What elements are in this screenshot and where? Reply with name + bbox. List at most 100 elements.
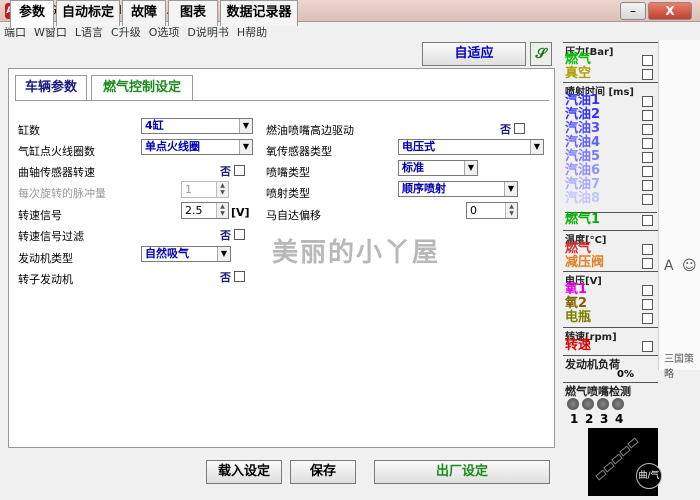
nozzle-type-label: 喷嘴类型 <box>266 166 310 179</box>
close-button[interactable]: X <box>648 2 692 20</box>
chevron-down-icon: ▼ <box>217 247 230 261</box>
injection-petrol6-item[interactable]: 汽油6 <box>565 164 657 178</box>
checkbox-icon <box>642 166 653 177</box>
chevron-down-icon: ▼ <box>239 119 252 133</box>
chevron-down-icon: ▼ <box>530 140 543 154</box>
spinner-arrows-icon: ▲ ▼ <box>216 203 228 218</box>
subtab-divider <box>15 100 549 101</box>
load-settings-button[interactable]: 载入设定 <box>206 460 282 484</box>
nozzle-number-1: 1 <box>570 412 579 426</box>
rotor-engine-checkbox[interactable]: 否 <box>220 269 245 285</box>
injection-petrol2-item[interactable]: 汽油2 <box>565 108 657 122</box>
rpm-signal-label: 转速信号 <box>18 209 62 222</box>
font-a-icon[interactable]: A <box>664 258 674 274</box>
gas-petrol-switch-icon[interactable]: 曲/气 <box>636 463 662 489</box>
rotor-engine-label: 转子发动机 <box>18 273 73 286</box>
overlay-text: 三国策略 <box>664 354 694 380</box>
pressure-vacuum-item[interactable]: 真空 <box>565 67 657 81</box>
nozzle-number-3: 3 <box>600 412 609 426</box>
ignition-coil-label: 气缸点火线圈数 <box>18 145 95 158</box>
engine-load-label: 发动机负荷 <box>563 355 658 372</box>
motor-offset-spinner[interactable]: 0 ▲ ▼ <box>466 202 518 219</box>
injection-petrol8-item[interactable]: 汽油8 <box>565 192 657 206</box>
o2-sensor-type-select[interactable]: 电压式 ▼ <box>398 139 544 155</box>
injection-petrol3-item[interactable]: 汽油3 <box>565 122 657 136</box>
nozzle-1-icon[interactable] <box>567 398 579 410</box>
pulses-per-rev-label: 每次旋转的脉冲量 <box>18 187 106 200</box>
tab-vehicle-parameters[interactable]: 车辆参数 <box>15 75 87 101</box>
nozzle-3-icon[interactable] <box>597 398 609 410</box>
injection-type-select[interactable]: 顺序喷射 ▼ <box>398 181 518 197</box>
tab-auto-calibration[interactable]: 自动标定 <box>56 0 120 26</box>
checkbox-icon <box>642 110 653 121</box>
rpm-filter-label: 转速信号过滤 <box>18 230 84 243</box>
checkbox-icon <box>642 69 653 80</box>
pressure-gas-item[interactable]: 燃气 <box>565 53 657 67</box>
injector-high-drive-checkbox[interactable]: 否 <box>500 121 525 137</box>
checkbox-icon <box>642 152 653 163</box>
pulses-per-rev-spinner[interactable]: 1 ▲ ▼ <box>181 181 229 198</box>
nozzle-number-4: 4 <box>615 412 624 426</box>
chevron-down-icon: ▼ <box>239 140 252 154</box>
cylinders-label: 缸数 <box>18 124 40 137</box>
factory-settings-button[interactable]: 出厂设定 <box>374 460 550 484</box>
checkbox-icon <box>514 123 525 134</box>
save-button[interactable]: 保存 <box>290 460 356 484</box>
pin-button[interactable]: 𝒮 <box>530 42 552 66</box>
engine-type-label: 发动机类型 <box>18 252 73 265</box>
checkbox-icon <box>642 55 653 66</box>
o2-sensor-type-label: 氧传感器类型 <box>266 145 332 158</box>
checkbox-icon <box>642 180 653 191</box>
rpm-item[interactable]: 转速 <box>565 339 657 353</box>
tab-parameters[interactable]: 参数 <box>10 0 54 28</box>
smile-icon[interactable]: ☺ <box>682 258 697 274</box>
injector-high-drive-label: 燃油喷嘴高边驱动 <box>266 124 354 137</box>
cylinders-select[interactable]: 4缸 ▼ <box>141 118 253 134</box>
nozzle-number-2: 2 <box>585 412 594 426</box>
injection-petrol1-item[interactable]: 汽油1 <box>565 94 657 108</box>
engine-type-select[interactable]: 自然吸气 ▼ <box>141 246 231 262</box>
nozzle-2-icon[interactable] <box>582 398 594 410</box>
checkbox-icon <box>234 271 245 282</box>
nozzle-type-select[interactable]: 标准 ▼ <box>398 160 478 176</box>
tab-faults[interactable]: 故障 <box>122 0 166 26</box>
spinner-arrows-icon: ▲ ▼ <box>505 203 517 218</box>
injection-type-label: 喷射类型 <box>266 187 310 200</box>
injection-petrol4-item[interactable]: 汽油4 <box>565 136 657 150</box>
injection-gas1-item[interactable]: 燃气1 <box>565 212 657 227</box>
injection-petrol7-item[interactable]: 汽油7 <box>565 178 657 192</box>
minimize-button[interactable]: – <box>620 2 646 20</box>
voltage-battery-item[interactable]: 电瓶 <box>565 311 657 325</box>
chevron-down-icon: ▼ <box>464 161 477 175</box>
temp-gas-item[interactable]: 燃气 <box>565 242 657 256</box>
checkbox-icon <box>642 313 653 324</box>
rpm-signal-unit: [V] <box>231 206 250 219</box>
spinner-arrows-icon: ▲ ▼ <box>216 182 228 197</box>
nozzle-4-icon[interactable] <box>612 398 624 410</box>
crank-sensor-label: 曲轴传感器转速 <box>18 166 95 179</box>
checkbox-icon <box>642 299 653 310</box>
checkbox-icon <box>234 229 245 240</box>
checkbox-icon <box>642 244 653 255</box>
voltage-o2-1-item[interactable]: 氧1 <box>565 283 657 297</box>
ignition-coil-select[interactable]: 单点火线圈 ▼ <box>141 139 253 155</box>
temp-reducer-item[interactable]: 减压阀 <box>565 256 657 270</box>
rpm-filter-checkbox[interactable]: 否 <box>220 227 245 243</box>
chevron-down-icon: ▼ <box>504 182 517 196</box>
checkbox-icon <box>642 124 653 135</box>
voltage-o2-2-item[interactable]: 氧2 <box>565 297 657 311</box>
tab-gas-control-settings[interactable]: 燃气控制设定 <box>91 75 193 101</box>
watermark-text: 美丽的小丫屋 <box>272 238 441 268</box>
engine-load-value: 0% <box>617 369 634 380</box>
checkbox-icon <box>642 215 653 226</box>
adaptive-button[interactable]: 自适应 <box>422 42 526 66</box>
tab-data-logger[interactable]: 数据记录器 <box>220 0 298 26</box>
rpm-signal-spinner[interactable]: 2.5 ▲ ▼ <box>181 202 229 219</box>
crank-sensor-checkbox[interactable]: 否 <box>220 163 245 179</box>
checkbox-icon <box>642 96 653 107</box>
overlay-window <box>658 40 700 370</box>
tab-charts[interactable]: 图表 <box>168 0 218 26</box>
motor-offset-label: 马自达偏移 <box>266 209 321 222</box>
checkbox-icon <box>642 341 653 352</box>
injection-petrol5-item[interactable]: 汽油5 <box>565 150 657 164</box>
